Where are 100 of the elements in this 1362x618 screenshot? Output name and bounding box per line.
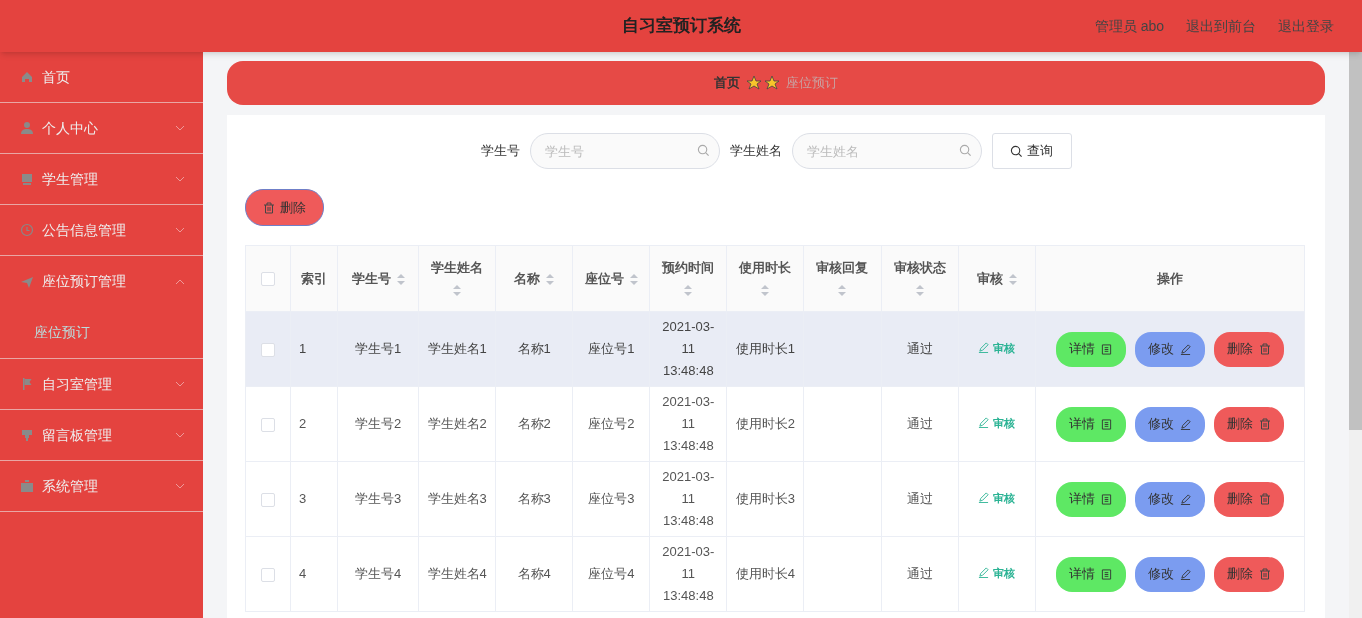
- column-label: 名称: [514, 270, 541, 286]
- sort-icon[interactable]: [546, 273, 555, 285]
- sort-icon[interactable]: [915, 284, 924, 296]
- checkbox[interactable]: [261, 492, 275, 507]
- submenu-item[interactable]: 座位预订: [0, 307, 203, 358]
- details-button[interactable]: 详情: [1055, 481, 1126, 517]
- sort-icon[interactable]: [629, 273, 638, 285]
- menu-item[interactable]: 首页: [0, 52, 203, 103]
- table-cell: 4: [299, 566, 307, 581]
- table-cell: 使用时长2: [735, 416, 795, 431]
- trash-icon: [263, 201, 275, 214]
- table-cell: 通过: [906, 416, 933, 431]
- table-cell: 名称1: [517, 341, 551, 356]
- sort-icon[interactable]: [1008, 273, 1017, 285]
- table-cell: 学生姓名1: [427, 341, 487, 356]
- briefcase-icon: [20, 479, 34, 493]
- column-header[interactable]: 预约时间: [649, 245, 727, 312]
- menu-item[interactable]: 公告信息管理: [0, 205, 203, 256]
- table-row[interactable]: 4 学生号4 学生姓名4 名称4 座位号4 2021-03-11 13:48:48 使用时长4 通过 审核 详情 修改 删除: [245, 536, 1305, 612]
- pencil-icon: [1180, 568, 1192, 580]
- table-cell: 使用时长3: [735, 491, 795, 506]
- column-label: 学生号: [351, 270, 391, 286]
- details-button[interactable]: 详情: [1055, 406, 1126, 442]
- column-header[interactable]: 审核: [958, 245, 1036, 312]
- menu-item[interactable]: 留言板管理: [0, 410, 203, 461]
- document-icon: [1101, 418, 1113, 430]
- delete-button[interactable]: 删除: [1213, 556, 1284, 592]
- sort-icon[interactable]: [453, 284, 462, 296]
- pencil-icon: [978, 342, 990, 354]
- table-cell: 使用时长4: [735, 566, 795, 581]
- table-cell: 座位号2: [588, 416, 635, 431]
- column-header[interactable]: 学生姓名: [418, 245, 496, 312]
- column-header[interactable]: 座位号: [572, 245, 650, 312]
- sort-icon[interactable]: [684, 284, 693, 296]
- column-header[interactable]: 学生号: [337, 245, 419, 312]
- review-link[interactable]: 审核: [978, 489, 1016, 506]
- review-link[interactable]: 审核: [978, 564, 1016, 581]
- sort-icon[interactable]: [396, 273, 405, 285]
- stars-icon: [746, 75, 780, 91]
- table-cell: 学生号1: [354, 341, 402, 356]
- menu-item[interactable]: 自习室管理: [0, 359, 203, 410]
- sort-icon[interactable]: [761, 284, 770, 296]
- table-cell: 学生号2: [354, 416, 402, 431]
- column-header[interactable]: 审核回复: [803, 245, 881, 312]
- table-cell: 使用时长1: [735, 341, 795, 356]
- column-label: 审核回复: [816, 259, 869, 275]
- details-button[interactable]: 详情: [1055, 556, 1126, 592]
- table-cell: 2021-03-11 13:48:48: [662, 544, 715, 603]
- table-cell: 学生号4: [354, 566, 402, 581]
- search-icon: [696, 144, 710, 157]
- header-link[interactable]: 退出到前台: [1186, 15, 1256, 37]
- edit-button[interactable]: 修改: [1134, 556, 1205, 592]
- scrollbar[interactable]: [1349, 52, 1362, 618]
- table-cell: 学生号3: [354, 491, 402, 506]
- edit-button[interactable]: 修改: [1134, 331, 1205, 367]
- menu-item[interactable]: 个人中心: [0, 103, 203, 154]
- details-button[interactable]: 详情: [1055, 331, 1126, 367]
- search-field[interactable]: 学生号: [529, 133, 720, 169]
- query-button[interactable]: 查询: [991, 133, 1072, 169]
- paper-plane-icon: [20, 274, 34, 289]
- table-row[interactable]: 2 学生号2 学生姓名2 名称2 座位号2 2021-03-11 13:48:48 使用时长2 通过 审核 详情 修改 删除: [245, 386, 1305, 462]
- delete-button[interactable]: 删除: [245, 189, 324, 226]
- pencil-icon: [978, 567, 990, 579]
- table-cell: 座位号4: [588, 566, 635, 581]
- signboard-icon: [20, 428, 34, 442]
- edit-button[interactable]: 修改: [1134, 406, 1205, 442]
- column-header[interactable]: 审核状态: [881, 245, 959, 312]
- search-field[interactable]: 学生姓名: [791, 133, 982, 169]
- menu-item[interactable]: 座位预订管理: [0, 256, 203, 307]
- checkbox[interactable]: [261, 417, 275, 432]
- column-header[interactable]: 名称: [495, 245, 573, 312]
- column-label: 座位号: [584, 270, 624, 286]
- breadcrumb-link[interactable]: 首页: [714, 73, 740, 93]
- review-link[interactable]: 审核: [978, 339, 1016, 356]
- header-link[interactable]: 退出登录: [1278, 15, 1334, 37]
- trash-icon: [1258, 493, 1271, 505]
- delete-button[interactable]: 删除: [1213, 406, 1284, 442]
- checkbox[interactable]: [261, 342, 275, 357]
- checkbox[interactable]: [261, 272, 275, 287]
- trash-icon: [1258, 568, 1271, 580]
- table-row[interactable]: 3 学生号3 学生姓名3 名称3 座位号3 2021-03-11 13:48:48 使用时长3 通过 审核 详情 修改 删除: [245, 461, 1305, 537]
- delete-button[interactable]: 删除: [1213, 481, 1284, 517]
- review-link[interactable]: 审核: [978, 414, 1016, 431]
- pencil-icon: [1180, 343, 1192, 355]
- table-cell: 学生姓名3: [427, 491, 487, 506]
- column-label: 索引: [301, 270, 328, 286]
- user-name[interactable]: 管理员 abo: [1094, 15, 1164, 37]
- table-cell: 通过: [906, 491, 933, 506]
- document-icon: [1101, 343, 1113, 355]
- field-label: 学生号: [480, 142, 520, 161]
- edit-button[interactable]: 修改: [1134, 481, 1205, 517]
- delete-button[interactable]: 删除: [1213, 331, 1284, 367]
- menu-item[interactable]: 学生管理: [0, 154, 203, 205]
- sort-icon[interactable]: [838, 284, 847, 296]
- clock-icon: [20, 223, 34, 237]
- checkbox[interactable]: [261, 567, 275, 582]
- table-row[interactable]: 1 学生号1 学生姓名1 名称1 座位号1 2021-03-11 13:48:48 使用时长1 通过 审核 详情 修改 删除: [245, 311, 1305, 387]
- menu-item[interactable]: 系统管理: [0, 461, 203, 512]
- column-header[interactable]: 使用时长: [726, 245, 804, 312]
- column-label: 预约时间: [662, 259, 715, 275]
